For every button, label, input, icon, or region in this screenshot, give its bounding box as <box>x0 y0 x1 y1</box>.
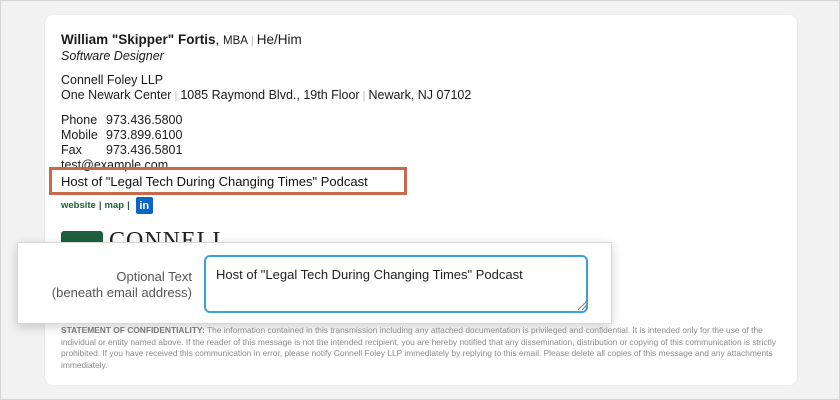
mobile-value: 973.899.6100 <box>106 128 183 142</box>
map-link[interactable]: map <box>105 200 125 211</box>
optional-text-input[interactable]: Host of "Legal Tech During Changing Time… <box>204 255 588 313</box>
link-separator: | <box>98 200 102 211</box>
logo-mark-icon <box>61 231 103 242</box>
confidentiality-statement: STATEMENT OF CONFIDENTIALITY: The inform… <box>61 325 781 371</box>
fax-value: 973.436.5801 <box>106 143 183 157</box>
address-part-2: 1085 Raymond Blvd., 19th Floor <box>180 88 360 102</box>
optional-text-label: Optional Text (beneath email address) <box>51 269 192 300</box>
website-link[interactable]: website <box>61 200 96 211</box>
mobile-row: Mobile 973.899.6100 <box>61 128 471 143</box>
phone-value: 973.436.5800 <box>106 113 183 127</box>
mobile-label: Mobile <box>61 128 98 142</box>
optional-text-editor-panel: Optional Text (beneath email address) Ho… <box>17 242 612 324</box>
signature-address: One Newark Center | 1085 Raymond Blvd., 19… <box>61 88 472 102</box>
phone-label: Phone <box>61 113 98 127</box>
confidentiality-heading: STATEMENT OF CONFIDENTIALITY: <box>61 325 205 335</box>
signature-pronouns: He/Him <box>256 32 302 47</box>
optional-text-highlight: Host of "Legal Tech During Changing Time… <box>49 167 407 195</box>
address-part-1: One Newark Center <box>61 88 172 102</box>
signature-links: website | map | in <box>61 197 156 214</box>
fax-label: Fax <box>61 143 82 157</box>
fax-row: Fax 973.436.5801 <box>61 143 471 158</box>
optional-text-preview: Host of "Legal Tech During Changing Time… <box>61 174 368 189</box>
signature-title: Software Designer <box>61 49 164 63</box>
link-separator: | <box>127 200 130 211</box>
signature-company: Connell Foley LLP <box>61 73 164 87</box>
separator: | <box>250 35 254 47</box>
signature-block: William "Skipper" Fortis, MBA | He/Him Sof… <box>61 32 471 173</box>
linkedin-icon[interactable]: in <box>135 197 153 214</box>
signature-name: William "Skipper" Fortis <box>61 32 216 47</box>
name-line: William "Skipper" Fortis, MBA | He/Him <box>61 32 302 47</box>
signature-credentials: MBA <box>222 35 248 47</box>
address-part-3: Newark, NJ 07102 <box>368 88 472 102</box>
company-logo: CONNELL <box>61 228 231 242</box>
phone-row: Phone 973.436.5800 <box>61 113 471 128</box>
logo-wordmark: CONNELL <box>109 228 228 242</box>
resize-handle-icon[interactable] <box>578 297 588 307</box>
